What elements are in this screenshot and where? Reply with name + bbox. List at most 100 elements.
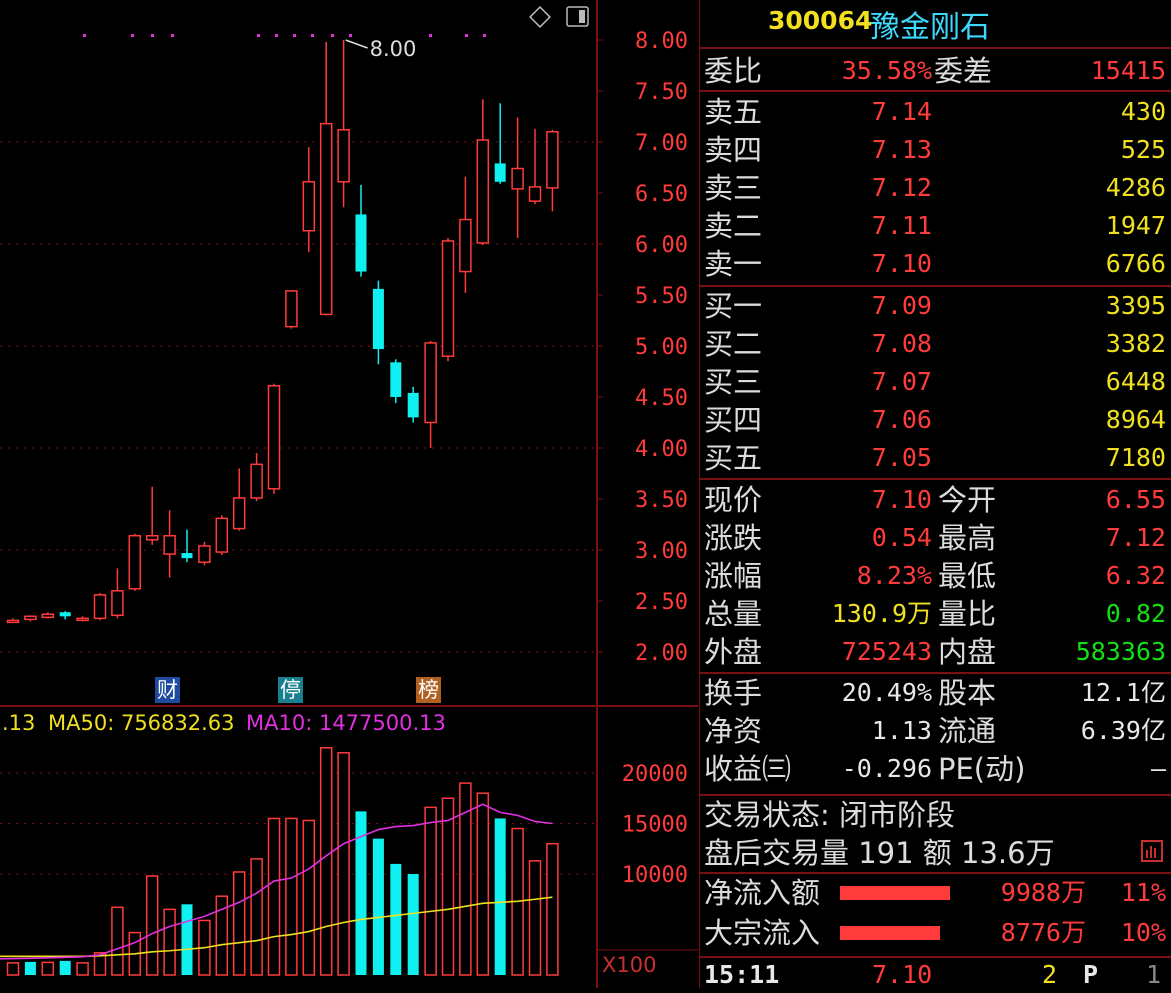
volume-bar xyxy=(407,874,419,975)
candle-body xyxy=(181,553,193,559)
tag-finance[interactable]: 财 xyxy=(155,677,180,703)
candle-body xyxy=(285,290,298,328)
volume-bar xyxy=(319,747,333,976)
fundamental-label: 净资 xyxy=(704,714,763,748)
volume-bar xyxy=(372,838,384,975)
volume-tick-label: 10000 xyxy=(622,863,688,888)
buy-level-label: 买三 xyxy=(704,365,763,399)
flow-value: 9988万 xyxy=(1000,878,1086,907)
price-tick-label: 7.00 xyxy=(635,131,688,156)
fundamental-label: 流通 xyxy=(938,714,997,748)
candle-body xyxy=(511,167,524,190)
price-tick-label: 7.50 xyxy=(635,80,688,105)
stat-row: 涨幅 8.23% 最低 6.32 xyxy=(700,557,1171,595)
signal-dot xyxy=(465,34,468,37)
volume-bar xyxy=(59,960,71,975)
stat-value: 583363 xyxy=(1075,637,1166,666)
buy-level-price: 7.07 xyxy=(871,367,932,396)
buy-level-volume: 7180 xyxy=(1105,443,1166,472)
volume-bar xyxy=(24,961,36,975)
fundamental-label: PE(动) xyxy=(938,752,1026,786)
sell-level-price: 7.10 xyxy=(871,249,932,278)
candle-body xyxy=(441,240,455,357)
candle-body xyxy=(128,534,142,590)
buy-level-label: 买四 xyxy=(704,403,763,437)
flow-label: 大宗流入 xyxy=(704,916,821,950)
signal-dot xyxy=(349,34,352,37)
volume-bar xyxy=(111,906,124,976)
fundamental-value: 20.49% xyxy=(841,678,932,707)
max-marker-label: 8.00 xyxy=(370,37,417,61)
buy-level-price: 7.06 xyxy=(871,405,932,434)
flow-pct: 11% xyxy=(1120,878,1166,907)
volume-bar xyxy=(76,962,89,976)
price-tick-label: 8.00 xyxy=(635,29,688,54)
candle-body xyxy=(528,186,542,202)
volume-bar xyxy=(476,792,490,976)
stock-name: 豫金刚石 xyxy=(870,10,990,45)
tag-ranking[interactable]: 榜 xyxy=(416,677,441,703)
buy-level-row[interactable]: 买三 7.07 6448 xyxy=(700,363,1171,401)
candle-body xyxy=(215,517,229,553)
fundamental-label: 收益㈢ xyxy=(704,752,792,786)
weidiff-value: 15415 xyxy=(1090,56,1166,85)
sell-level-label: 卖三 xyxy=(704,171,763,205)
signal-dot xyxy=(83,34,86,37)
sell-level-row[interactable]: 卖一 7.10 6766 xyxy=(700,245,1171,283)
sell-level-label: 卖一 xyxy=(704,247,763,281)
sell-level-volume: 525 xyxy=(1120,135,1166,164)
divider xyxy=(700,47,1171,49)
candle-body xyxy=(319,122,333,316)
signal-dot xyxy=(171,34,174,37)
capital-flow-row: 净流入额 9988万 11% xyxy=(700,874,1171,912)
volume-bar xyxy=(528,860,542,976)
price-tick-label: 5.50 xyxy=(635,284,688,309)
volume-bar xyxy=(267,817,281,976)
candle-body xyxy=(41,613,55,619)
volume-bar xyxy=(441,797,455,976)
status-bar: 15:11 7.10 2 P 1 xyxy=(700,957,1171,989)
buy-level-label: 买一 xyxy=(704,289,763,323)
sell-level-label: 卖四 xyxy=(704,133,763,167)
volume-bar xyxy=(6,962,20,976)
bar-chart-icon[interactable] xyxy=(1141,840,1163,862)
sell-level-row[interactable]: 卖四 7.13 525 xyxy=(700,131,1171,169)
candle-body xyxy=(76,617,89,622)
stat-label: 最低 xyxy=(938,559,997,593)
weibi-label: 委比 xyxy=(704,54,763,88)
stat-row: 外盘 725243 内盘 583363 xyxy=(700,633,1171,671)
stat-label: 现价 xyxy=(704,483,763,517)
signal-dot xyxy=(293,34,296,37)
kline-chart-svg[interactable]: 8.00 7.50 7.00 6.50 6.00 5.50 5.00 4.50 4.00 3.50… xyxy=(0,0,698,988)
stat-row: 涨跌 0.54 最高 7.12 xyxy=(700,519,1171,557)
stock-code: 300064 xyxy=(768,6,873,35)
sell-level-row[interactable]: 卖二 7.11 1947 xyxy=(700,207,1171,245)
candle-body xyxy=(476,139,490,244)
flow-pct: 10% xyxy=(1120,918,1166,947)
sell-level-row[interactable]: 卖五 7.14 430 xyxy=(700,93,1171,131)
sell-level-price: 7.14 xyxy=(871,97,932,126)
buy-level-row[interactable]: 买四 7.06 8964 xyxy=(700,401,1171,439)
buy-level-volume: 3395 xyxy=(1105,291,1166,320)
buy-level-row[interactable]: 买五 7.05 7180 xyxy=(700,439,1171,477)
kline-chart-area[interactable]: 8.00 7.50 7.00 6.50 6.00 5.50 5.00 4.50 4.00 3.50… xyxy=(0,0,698,988)
candle-body xyxy=(111,590,124,617)
after-hours-row: 盘后交易量 191 额 13.6万 xyxy=(700,834,1171,872)
sell-level-price: 7.13 xyxy=(871,135,932,164)
flow-value: 8776万 xyxy=(1000,918,1086,947)
price-tick-label: 6.50 xyxy=(635,182,688,207)
volume-bar xyxy=(145,875,159,976)
stat-label: 最高 xyxy=(938,521,997,555)
candle-body xyxy=(459,218,472,273)
buy-level-price: 7.05 xyxy=(871,443,932,472)
fundamental-label: 换手 xyxy=(704,676,763,710)
price-tick-label: 4.50 xyxy=(635,386,688,411)
buy-level-row[interactable]: 买二 7.08 3382 xyxy=(700,325,1171,363)
tag-halt[interactable]: 停 xyxy=(278,677,303,703)
buy-level-row[interactable]: 买一 7.09 3395 xyxy=(700,287,1171,325)
signal-dot xyxy=(257,34,260,37)
buy-level-price: 7.09 xyxy=(871,291,932,320)
stat-value: 0.54 xyxy=(871,523,932,552)
sell-level-row[interactable]: 卖三 7.12 4286 xyxy=(700,169,1171,207)
price-tick-label: 6.00 xyxy=(635,233,688,258)
